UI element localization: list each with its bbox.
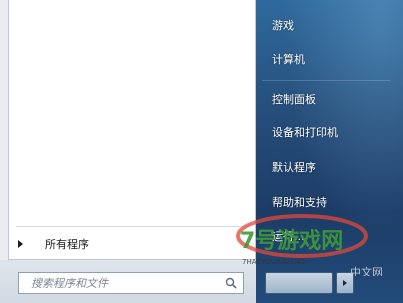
right-divider: [262, 80, 390, 81]
help-support-link[interactable]: 帮助和支持: [258, 190, 394, 214]
default-programs-link-label: 默认程序: [272, 161, 316, 174]
programs-divider: [16, 226, 248, 227]
search-box[interactable]: [18, 272, 244, 294]
games-link[interactable]: 游戏: [258, 13, 394, 37]
shutdown-button[interactable]: 关机: [265, 272, 333, 294]
run-link-label: 运行...: [272, 230, 305, 243]
all-programs-label: 所有程序: [45, 238, 89, 251]
all-programs-button[interactable]: 所有程序: [16, 233, 248, 255]
default-programs-link[interactable]: 默认程序: [258, 155, 394, 179]
help-support-link-label: 帮助和支持: [272, 196, 327, 209]
programs-pane: [8, 0, 256, 260]
chevron-right-icon: [343, 280, 347, 286]
system-links-pane: [256, 0, 403, 303]
run-link[interactable]: 运行...: [258, 224, 394, 248]
shutdown-options-button[interactable]: [336, 272, 354, 294]
search-icon[interactable]: [223, 275, 239, 291]
devices-printers-link[interactable]: 设备和打印机: [258, 120, 394, 144]
expand-arrow-icon: [18, 240, 23, 248]
games-link-label: 游戏: [272, 19, 294, 32]
control-panel-link[interactable]: 控制面板: [258, 87, 394, 111]
devices-printers-link-label: 设备和打印机: [272, 126, 338, 139]
start-menu: 所有程序 游戏 计算机 控制面板 设备和打印机 默认程序 帮助和支持 运行...…: [0, 0, 403, 303]
search-input[interactable]: [31, 276, 223, 290]
control-panel-link-label: 控制面板: [272, 93, 316, 106]
computer-link[interactable]: 计算机: [258, 47, 394, 71]
computer-link-label: 计算机: [272, 53, 305, 66]
